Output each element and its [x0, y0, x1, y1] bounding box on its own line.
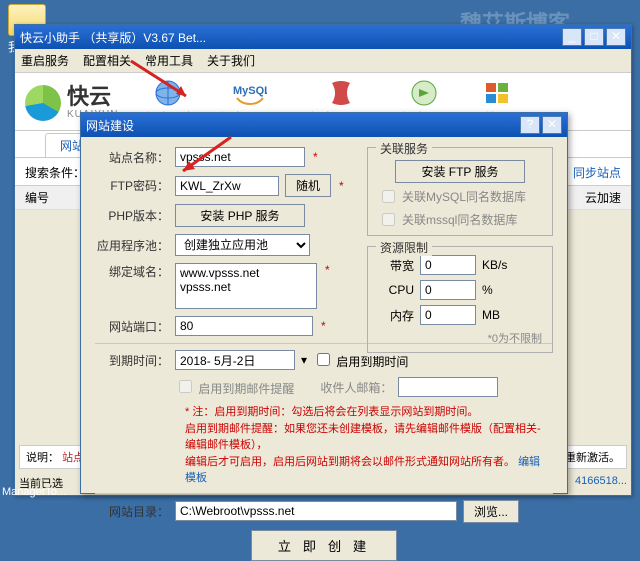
site-name-label: 站点名称：: [95, 149, 169, 166]
site-dir-label: 网站目录：: [95, 503, 169, 520]
enable-mail-checkbox[interactable]: 启用到期邮件提醒: [175, 377, 294, 397]
footer-right[interactable]: 4166518...: [575, 475, 627, 491]
port-label: 网站端口：: [95, 318, 169, 335]
menubar: 重启服务 配置相关 常用工具 关于我们: [15, 49, 631, 73]
expire-date-input[interactable]: [175, 350, 295, 370]
chevron-down-icon[interactable]: ▾: [301, 353, 307, 367]
assoc-services-group: 关联服务 安装 FTP 服务 关联MySQL同名数据库 关联mssql同名数据库: [367, 147, 553, 236]
kuaiyun-logo-icon: [25, 85, 61, 121]
status-prefix: 说明：: [26, 452, 59, 464]
menu-item[interactable]: 配置相关: [83, 52, 131, 69]
search-label: 搜索条件：: [25, 164, 85, 181]
site-name-input[interactable]: [175, 147, 305, 167]
resource-limit-group: 资源限制 带宽 KB/s CPU % 内存 MB *0为不限制: [367, 246, 553, 353]
required-mark: *: [339, 179, 344, 193]
site-dir-input[interactable]: [175, 501, 457, 521]
minimize-button[interactable]: _: [562, 28, 582, 46]
svg-text:MySQL: MySQL: [233, 85, 267, 97]
dialog-close-button[interactable]: ✕: [542, 116, 562, 134]
globe-icon: [151, 79, 185, 107]
logo-text-cn: 快云: [67, 85, 118, 109]
create-now-button[interactable]: 立 即 创 建: [251, 530, 397, 561]
maximize-button[interactable]: □: [584, 28, 604, 46]
port-input[interactable]: [175, 316, 313, 336]
col-id: 编号: [25, 189, 49, 206]
menu-item[interactable]: 常用工具: [145, 52, 193, 69]
cpu-input[interactable]: [420, 280, 476, 300]
recipient-label: 收件人邮箱：: [320, 379, 392, 396]
note-line: * 注：启用到期时间：勾选后将会在列表显示网站到期时间。: [185, 404, 543, 421]
required-mark: *: [313, 150, 318, 164]
php-version-label: PHP版本：: [95, 207, 169, 224]
cpu-unit: %: [482, 283, 493, 297]
mysql-icon: MySQL: [233, 79, 267, 107]
group-legend: 关联服务: [376, 140, 432, 157]
dialog-titlebar: 网站建设 ? ✕: [81, 113, 567, 137]
ftp-password-input[interactable]: [175, 176, 279, 196]
ftp-icon: [407, 79, 441, 107]
random-button[interactable]: 随机: [285, 174, 331, 197]
mem-input[interactable]: [420, 305, 476, 325]
install-ftp-button[interactable]: 安装 FTP 服务: [395, 160, 525, 183]
expire-label: 到期时间：: [95, 352, 169, 369]
create-site-dialog: 网站建设 ? ✕ 站点名称： * FTP密码： 随机 * PHP版本： 安装 P…: [80, 112, 568, 494]
required-mark: *: [325, 263, 330, 277]
recipient-input: [398, 377, 498, 397]
dialog-title: 网站建设: [86, 117, 520, 134]
assoc-mysql-checkbox: 关联MySQL同名数据库: [378, 187, 542, 206]
note-line: 启用到期邮件提醒：如果您还未创建模板，请先编辑邮件模版（配置相关-编辑邮件模板）…: [185, 421, 543, 454]
windows-icon: [480, 79, 514, 107]
ftp-password-label: FTP密码：: [95, 177, 169, 194]
bind-domain-label: 绑定域名：: [95, 263, 169, 280]
bandwidth-label: 带宽: [378, 257, 414, 274]
main-titlebar: 快云小助手 （共享版）V3.67 Bet... _ □ ✕: [15, 25, 631, 49]
browse-button[interactable]: 浏览...: [463, 500, 519, 523]
note-line: 编辑后才可启用，启用后网站到期将会以邮件形式通知网站所有者。: [185, 456, 515, 468]
apppool-select[interactable]: 创建独立应用池: [175, 234, 310, 256]
bind-domain-textarea[interactable]: www.vpsss.net vpsss.net: [175, 263, 317, 309]
bandwidth-unit: KB/s: [482, 258, 507, 272]
required-mark: *: [321, 319, 326, 333]
main-title: 快云小助手 （共享版）V3.67 Bet...: [20, 29, 562, 46]
install-php-button[interactable]: 安装 PHP 服务: [175, 204, 305, 227]
menu-item[interactable]: 关于我们: [207, 52, 255, 69]
apppool-label: 应用程序池：: [95, 237, 169, 254]
group-legend: 资源限制: [376, 239, 432, 256]
mssql-icon: [324, 79, 358, 107]
unlimited-note: *0为不限制: [378, 330, 542, 346]
notes: * 注：启用到期时间：勾选后将会在列表显示网站到期时间。 启用到期邮件提醒：如果…: [95, 404, 553, 487]
enable-expire-checkbox[interactable]: 启用到期时间: [313, 350, 408, 370]
assoc-mssql-checkbox: 关联mssql同名数据库: [378, 210, 542, 229]
close-button[interactable]: ✕: [606, 28, 626, 46]
dialog-help-button[interactable]: ?: [520, 116, 540, 134]
col-accel: 云加速: [585, 189, 621, 206]
menu-item[interactable]: 重启服务: [21, 52, 69, 69]
cpu-label: CPU: [378, 283, 414, 297]
sync-site-link[interactable]: 同步站点: [573, 164, 621, 181]
bandwidth-input[interactable]: [420, 255, 476, 275]
mem-unit: MB: [482, 308, 500, 322]
taskbar-label: ManagerTo...: [2, 486, 66, 498]
mem-label: 内存: [378, 307, 414, 324]
